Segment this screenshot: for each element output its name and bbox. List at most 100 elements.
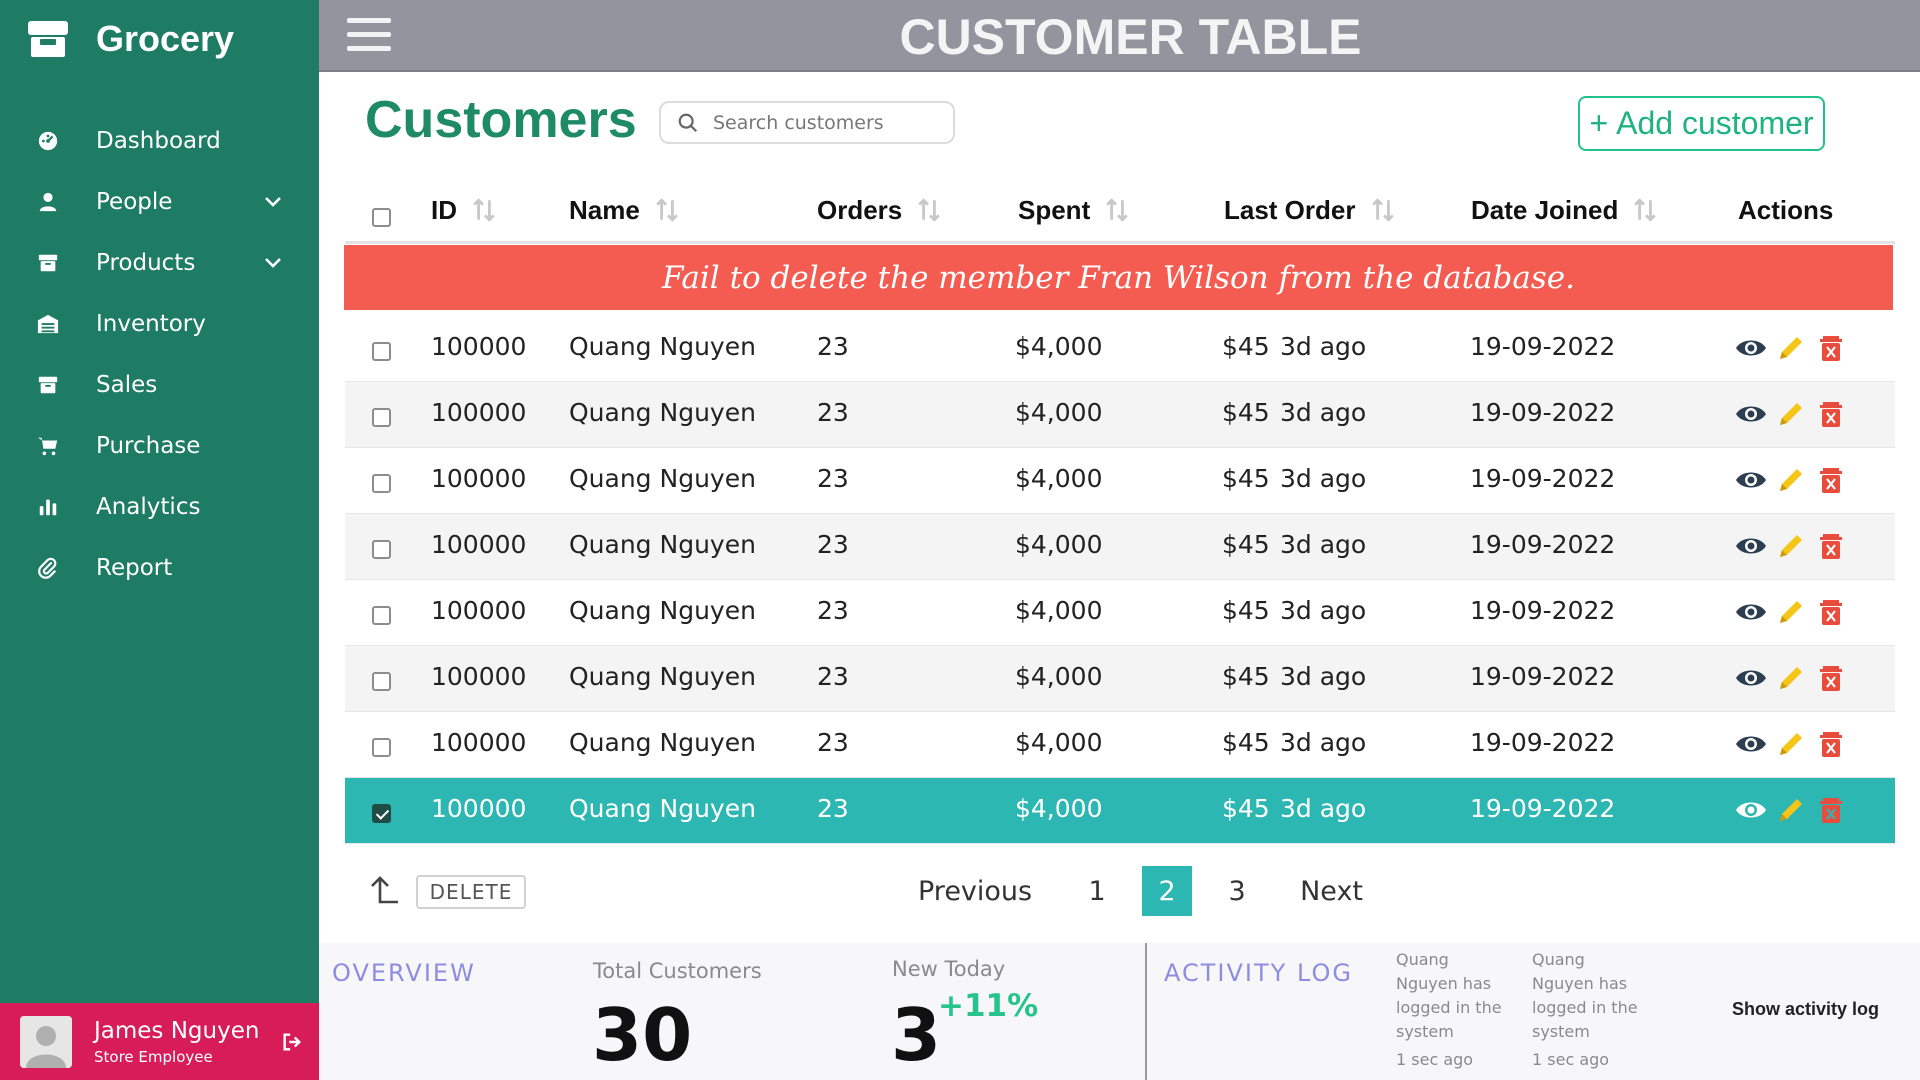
row-checkbox[interactable] xyxy=(372,470,391,499)
cell-spent: $4,000 xyxy=(1015,662,1103,691)
cell-date-joined: 19-09-2022 xyxy=(1470,464,1616,493)
chevron-down-icon[interactable] xyxy=(263,253,283,273)
trash-icon[interactable] xyxy=(1815,464,1847,496)
row-checkbox[interactable] xyxy=(372,668,391,697)
column-header-spent[interactable]: Spent xyxy=(1018,192,1130,228)
sort-icon[interactable] xyxy=(1370,197,1396,223)
trash-icon[interactable] xyxy=(1815,596,1847,628)
bar-chart-icon xyxy=(37,496,59,518)
pencil-icon[interactable] xyxy=(1775,530,1807,562)
column-header-id[interactable]: ID xyxy=(431,192,497,228)
sidebar-item-people[interactable]: People xyxy=(0,171,319,232)
sidebar-item-products[interactable]: Products xyxy=(0,232,319,293)
row-checkbox[interactable] xyxy=(372,602,391,631)
back-arrow-icon[interactable] xyxy=(368,874,402,908)
table-row[interactable]: 100000 Quang Nguyen 23 $4,000 $45 3d ago… xyxy=(345,382,1895,448)
select-all-checkbox[interactable] xyxy=(372,199,391,235)
add-customer-button[interactable]: + Add customer xyxy=(1578,96,1825,151)
cell-date-joined: 19-09-2022 xyxy=(1470,596,1616,625)
cell-last-order-ago: 3d ago xyxy=(1280,794,1367,823)
column-header-name[interactable]: Name xyxy=(569,192,680,228)
header-bar: CUSTOMER TABLE xyxy=(319,0,1920,72)
page-button-current[interactable]: 2 xyxy=(1142,866,1193,916)
show-activity-log-link[interactable]: Show activity log xyxy=(1732,999,1879,1020)
row-checkbox[interactable] xyxy=(372,734,391,763)
eye-icon[interactable] xyxy=(1735,464,1767,496)
column-header-date-joined[interactable]: Date Joined xyxy=(1471,192,1658,228)
trash-icon[interactable] xyxy=(1815,398,1847,430)
row-checkbox[interactable] xyxy=(372,404,391,433)
new-today-value: 3 xyxy=(891,993,942,1077)
eye-icon[interactable] xyxy=(1735,530,1767,562)
cell-id: 100000 xyxy=(431,530,527,559)
eye-icon[interactable] xyxy=(1735,662,1767,694)
activity-entry: Quang Nguyen has logged in the system 1 … xyxy=(1396,948,1514,1072)
row-actions xyxy=(1735,464,1847,496)
sort-icon[interactable] xyxy=(1632,197,1658,223)
sidebar-item-dashboard[interactable]: Dashboard xyxy=(0,110,319,171)
trash-icon[interactable] xyxy=(1815,332,1847,364)
user-profile[interactable]: James Nguyen Store Employee xyxy=(0,1003,319,1080)
cell-name: Quang Nguyen xyxy=(569,596,756,625)
trash-icon[interactable] xyxy=(1815,530,1847,562)
logout-icon[interactable] xyxy=(281,1031,303,1053)
table-row[interactable]: 100000 Quang Nguyen 23 $4,000 $45 3d ago… xyxy=(345,316,1895,382)
table-row[interactable]: 100000 Quang Nguyen 23 $4,000 $45 3d ago… xyxy=(345,646,1895,712)
delete-button[interactable]: DELETE xyxy=(416,875,526,909)
eye-icon[interactable] xyxy=(1735,728,1767,760)
eye-icon[interactable] xyxy=(1735,398,1767,430)
sidebar-item-inventory[interactable]: Inventory xyxy=(0,293,319,354)
cell-id: 100000 xyxy=(431,464,527,493)
row-checkbox[interactable] xyxy=(372,800,391,829)
search-input[interactable] xyxy=(713,111,933,134)
activity-time: 1 sec ago xyxy=(1532,1050,1610,1069)
row-checkbox[interactable] xyxy=(372,536,391,565)
row-checkbox[interactable] xyxy=(372,338,391,367)
column-header-orders[interactable]: Orders xyxy=(817,192,942,228)
search-box[interactable] xyxy=(659,101,955,144)
page-title: Customers xyxy=(365,91,637,149)
pencil-icon[interactable] xyxy=(1775,398,1807,430)
sort-icon[interactable] xyxy=(916,197,942,223)
cell-orders: 23 xyxy=(817,398,849,427)
table-row[interactable]: 100000 Quang Nguyen 23 $4,000 $45 3d ago… xyxy=(345,514,1895,580)
sort-icon[interactable] xyxy=(654,197,680,223)
sidebar-item-sales[interactable]: Sales xyxy=(0,354,319,415)
eye-icon[interactable] xyxy=(1735,794,1767,826)
pencil-icon[interactable] xyxy=(1775,662,1807,694)
trash-icon[interactable] xyxy=(1815,662,1847,694)
column-label: Actions xyxy=(1738,194,1834,225)
trash-icon[interactable] xyxy=(1815,794,1847,826)
chevron-down-icon[interactable] xyxy=(263,192,283,212)
brand[interactable]: Grocery xyxy=(26,14,234,64)
pencil-icon[interactable] xyxy=(1775,596,1807,628)
pencil-icon[interactable] xyxy=(1775,464,1807,496)
sort-icon[interactable] xyxy=(471,197,497,223)
column-header-actions: Actions xyxy=(1738,192,1833,228)
table-row[interactable]: 100000 Quang Nguyen 23 $4,000 $45 3d ago… xyxy=(345,712,1895,778)
eye-icon[interactable] xyxy=(1735,596,1767,628)
brand-name: Grocery xyxy=(96,18,235,59)
pencil-icon[interactable] xyxy=(1775,728,1807,760)
table-row[interactable]: 100000 Quang Nguyen 23 $4,000 $45 3d ago… xyxy=(345,580,1895,646)
table-row[interactable]: 100000 Quang Nguyen 23 $4,000 $45 3d ago… xyxy=(345,448,1895,514)
eye-icon[interactable] xyxy=(1735,332,1767,364)
table-row-selected[interactable]: 100000 Quang Nguyen 23 $4,000 $45 3d ago… xyxy=(345,778,1895,844)
previous-page-button[interactable]: Previous xyxy=(918,876,1032,907)
column-label: ID xyxy=(431,194,457,225)
sidebar-item-analytics[interactable]: Analytics xyxy=(0,476,319,537)
sidebar-item-report[interactable]: Report xyxy=(0,537,319,598)
sort-icon[interactable] xyxy=(1104,197,1130,223)
cell-orders: 23 xyxy=(817,332,849,361)
page-button[interactable]: 3 xyxy=(1212,866,1262,916)
total-customers-label: Total Customers xyxy=(593,959,762,983)
trash-icon[interactable] xyxy=(1815,728,1847,760)
sidebar-item-purchase[interactable]: Purchase xyxy=(0,415,319,476)
page-button[interactable]: 1 xyxy=(1072,866,1122,916)
column-header-last-order[interactable]: Last Order xyxy=(1224,192,1396,228)
avatar xyxy=(20,1015,72,1068)
pencil-icon[interactable] xyxy=(1775,332,1807,364)
cell-spent: $4,000 xyxy=(1015,530,1103,559)
next-page-button[interactable]: Next xyxy=(1300,876,1363,907)
pencil-icon[interactable] xyxy=(1775,794,1807,826)
